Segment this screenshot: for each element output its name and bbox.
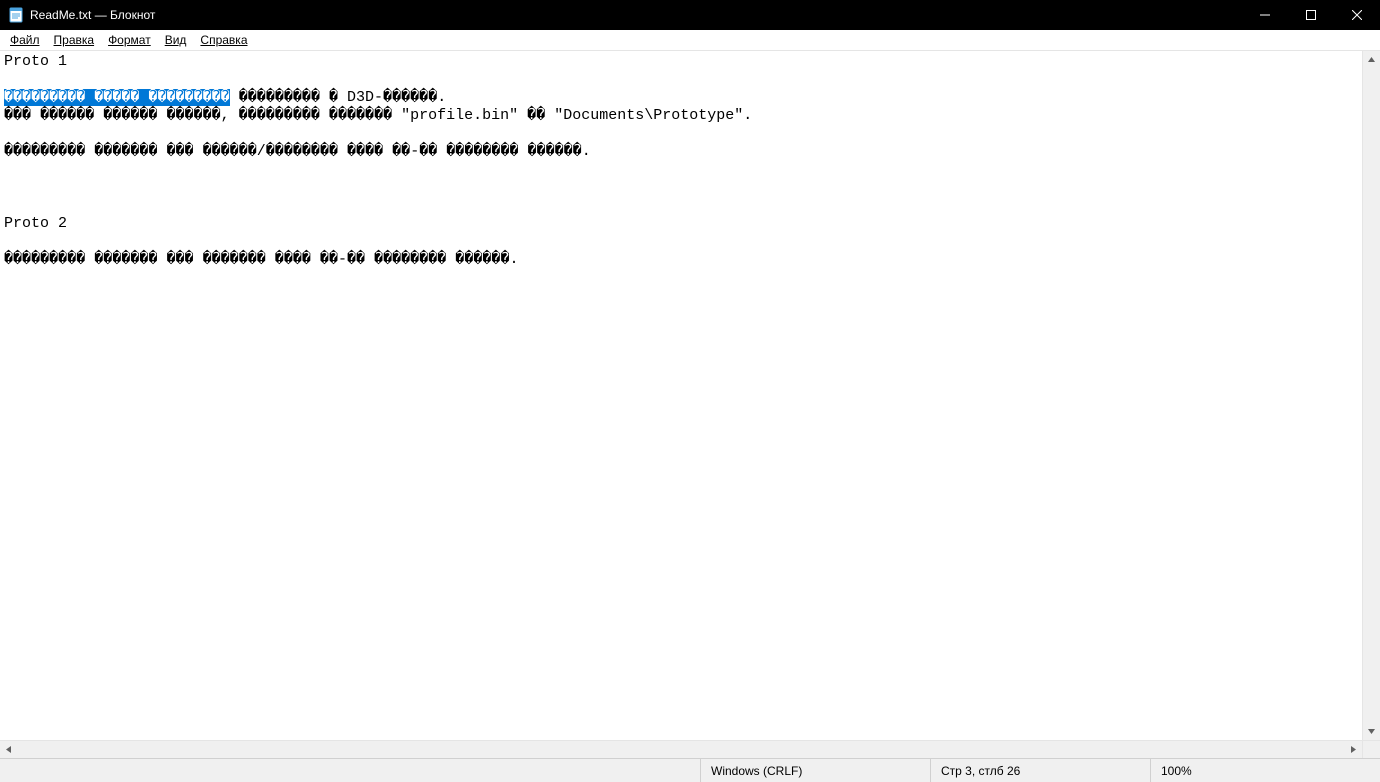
menu-file[interactable]: Файл [6, 32, 44, 48]
text-line: Proto 1 [4, 53, 67, 70]
menu-bar: Файл Правка Формат Вид Справка [0, 30, 1380, 51]
scroll-track-h[interactable] [17, 741, 1345, 758]
maximize-button[interactable] [1288, 0, 1334, 30]
menu-format[interactable]: Формат [104, 32, 155, 48]
scroll-left-icon[interactable] [0, 741, 17, 758]
menu-view[interactable]: Вид [161, 32, 191, 48]
vertical-scrollbar[interactable] [1362, 51, 1380, 740]
scroll-track[interactable] [1363, 68, 1380, 723]
editor-area: Proto 1 ��������� ����� ��������� ������… [0, 51, 1380, 740]
titlebar-left: ReadMe.txt — Блокнот [0, 7, 155, 23]
status-bar: Windows (CRLF) Стр 3, стлб 26 100% [0, 758, 1380, 782]
menu-view-label: Вид [165, 33, 187, 47]
scroll-down-icon[interactable] [1363, 723, 1380, 740]
text-line: ��������� ������� ��� ������� ���� ��-��… [4, 251, 519, 268]
text-line: ��� ������ ������ ������, ��������� ����… [4, 107, 752, 124]
status-encoding-label: Windows (CRLF) [711, 764, 802, 778]
notepad-app-icon [8, 7, 24, 23]
text-editor[interactable]: Proto 1 ��������� ����� ��������� ������… [0, 51, 1362, 740]
menu-help[interactable]: Справка [196, 32, 251, 48]
close-button[interactable] [1334, 0, 1380, 30]
window-title: ReadMe.txt — Блокнот [30, 8, 155, 22]
notepad-window: ReadMe.txt — Блокнот Файл Правка Формат … [0, 0, 1380, 782]
menu-edit[interactable]: Правка [50, 32, 99, 48]
status-encoding: Windows (CRLF) [700, 759, 930, 782]
text-line: Proto 2 [4, 215, 67, 232]
status-cursor-position: Стр 3, стлб 26 [930, 759, 1150, 782]
text-line: ��������� ������� ��� ������/�������� ��… [4, 143, 591, 160]
titlebar: ReadMe.txt — Блокнот [0, 0, 1380, 30]
text-line: ��������� � D3D-������. [230, 89, 447, 106]
scroll-right-icon[interactable] [1345, 741, 1362, 758]
menu-edit-label: Правка [54, 33, 95, 47]
minimize-button[interactable] [1242, 0, 1288, 30]
status-spacer [0, 759, 700, 782]
scroll-up-icon[interactable] [1363, 51, 1380, 68]
status-zoom-label: 100% [1161, 764, 1192, 778]
menu-help-label: Справка [200, 33, 247, 47]
status-position-label: Стр 3, стлб 26 [941, 764, 1020, 778]
status-zoom: 100% [1150, 759, 1380, 782]
window-controls [1242, 0, 1380, 30]
scroll-corner [1362, 741, 1380, 758]
menu-format-label: Формат [108, 33, 151, 47]
text-selection: ��������� ����� ��������� [4, 89, 230, 106]
horizontal-scrollbar[interactable] [0, 740, 1380, 758]
menu-file-label: Файл [10, 33, 40, 47]
